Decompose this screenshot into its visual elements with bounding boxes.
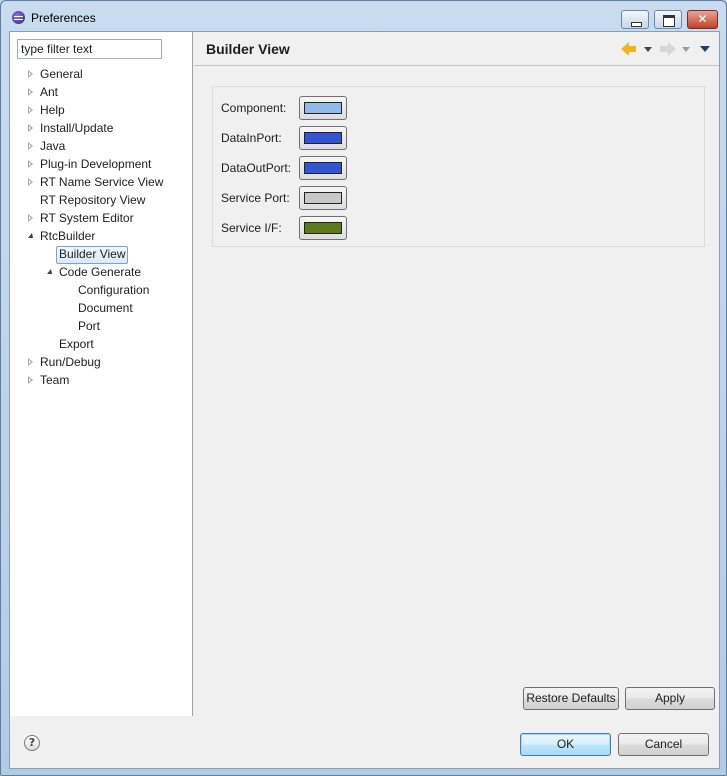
collapse-arrow-icon[interactable] xyxy=(28,233,33,238)
tree-item-label: General xyxy=(40,67,83,81)
service-if-color-button[interactable] xyxy=(299,216,347,240)
filter-input[interactable] xyxy=(17,39,162,59)
color-row-dataoutport: DataOutPort: xyxy=(213,156,706,180)
maximize-button[interactable] xyxy=(654,10,682,29)
page-title: Builder View xyxy=(206,41,290,57)
help-icon[interactable]: ? xyxy=(24,735,40,751)
tree-item-label: Port xyxy=(78,319,101,333)
tree-item-label: Install/Update xyxy=(40,121,114,135)
expand-arrow-icon[interactable] xyxy=(28,160,33,168)
back-history-dropdown-icon[interactable] xyxy=(644,47,652,52)
arrow-right-icon[interactable] xyxy=(660,42,678,56)
preferences-window: Preferences ✕ General Ant Help Install/U… xyxy=(0,0,727,776)
tree-item-label: Ant xyxy=(40,85,59,99)
tree-item-label: Document xyxy=(78,301,133,315)
tree-item-label: Team xyxy=(40,373,70,387)
color-swatch xyxy=(304,132,342,144)
expand-arrow-icon[interactable] xyxy=(28,178,33,186)
eclipse-icon xyxy=(12,11,25,24)
color-swatch xyxy=(304,222,342,234)
preference-page-pane: Builder View Component: DataInPort: Data… xyxy=(194,32,719,716)
cancel-button[interactable]: Cancel xyxy=(618,733,709,756)
tree-item-label: RT Name Service View xyxy=(40,175,164,189)
color-label: Service I/F: xyxy=(221,221,282,235)
tree-item-label: Run/Debug xyxy=(40,355,101,369)
expand-arrow-icon[interactable] xyxy=(28,124,33,132)
collapse-arrow-icon[interactable] xyxy=(47,269,52,274)
color-swatch xyxy=(304,102,342,114)
tree-item-label: RT System Editor xyxy=(40,211,134,225)
color-label: DataInPort: xyxy=(221,131,282,145)
datainport-color-button[interactable] xyxy=(299,126,347,150)
page-header: Builder View xyxy=(194,32,719,66)
expand-arrow-icon[interactable] xyxy=(28,70,33,78)
color-swatch xyxy=(304,162,342,174)
dialog-button-bar: ? OK Cancel xyxy=(10,717,719,768)
tree-item-label: Code Generate xyxy=(59,265,142,279)
expand-arrow-icon[interactable] xyxy=(28,214,33,222)
color-row-component: Component: xyxy=(213,96,706,120)
window-title: Preferences xyxy=(31,11,96,25)
tree-item-label: RT Repository View xyxy=(40,193,146,207)
component-color-button[interactable] xyxy=(299,96,347,120)
color-label: DataOutPort: xyxy=(221,161,292,175)
color-swatch xyxy=(304,192,342,204)
tree-item-label: Java xyxy=(40,139,66,153)
color-row-datainport: DataInPort: xyxy=(213,126,706,150)
expand-arrow-icon[interactable] xyxy=(28,376,33,384)
service-port-color-button[interactable] xyxy=(299,186,347,210)
view-menu-icon[interactable] xyxy=(700,46,710,52)
tree-item-label: Help xyxy=(40,103,65,117)
ok-button[interactable]: OK xyxy=(520,733,611,756)
color-row-service-if: Service I/F: xyxy=(213,216,706,240)
color-settings-group: Component: DataInPort: DataOutPort: Serv… xyxy=(212,86,705,247)
close-icon: ✕ xyxy=(697,12,708,26)
minimize-button[interactable] xyxy=(621,10,649,29)
arrow-left-icon[interactable] xyxy=(621,42,639,56)
expand-arrow-icon[interactable] xyxy=(28,142,33,150)
title-bar: Preferences ✕ xyxy=(1,1,726,31)
tree-item-label: Builder View xyxy=(59,247,126,261)
close-button[interactable]: ✕ xyxy=(687,10,718,29)
dialog-client: General Ant Help Install/Update Java Plu… xyxy=(9,31,720,769)
color-row-service-port: Service Port: xyxy=(213,186,706,210)
restore-defaults-button[interactable]: Restore Defaults xyxy=(523,687,619,710)
forward-history-dropdown-icon[interactable] xyxy=(682,47,690,52)
color-label: Component: xyxy=(221,101,287,115)
tree-item-label: Plug-in Development xyxy=(40,157,152,171)
tree-item-label: RtcBuilder xyxy=(40,229,96,243)
preference-tree-pane: General Ant Help Install/Update Java Plu… xyxy=(10,32,193,716)
expand-arrow-icon[interactable] xyxy=(28,358,33,366)
expand-arrow-icon[interactable] xyxy=(28,88,33,96)
tree-item-label: Export xyxy=(59,337,94,351)
tree-item-label: Configuration xyxy=(78,283,150,297)
dataoutport-color-button[interactable] xyxy=(299,156,347,180)
expand-arrow-icon[interactable] xyxy=(28,106,33,114)
apply-button[interactable]: Apply xyxy=(625,687,715,710)
color-label: Service Port: xyxy=(221,191,290,205)
